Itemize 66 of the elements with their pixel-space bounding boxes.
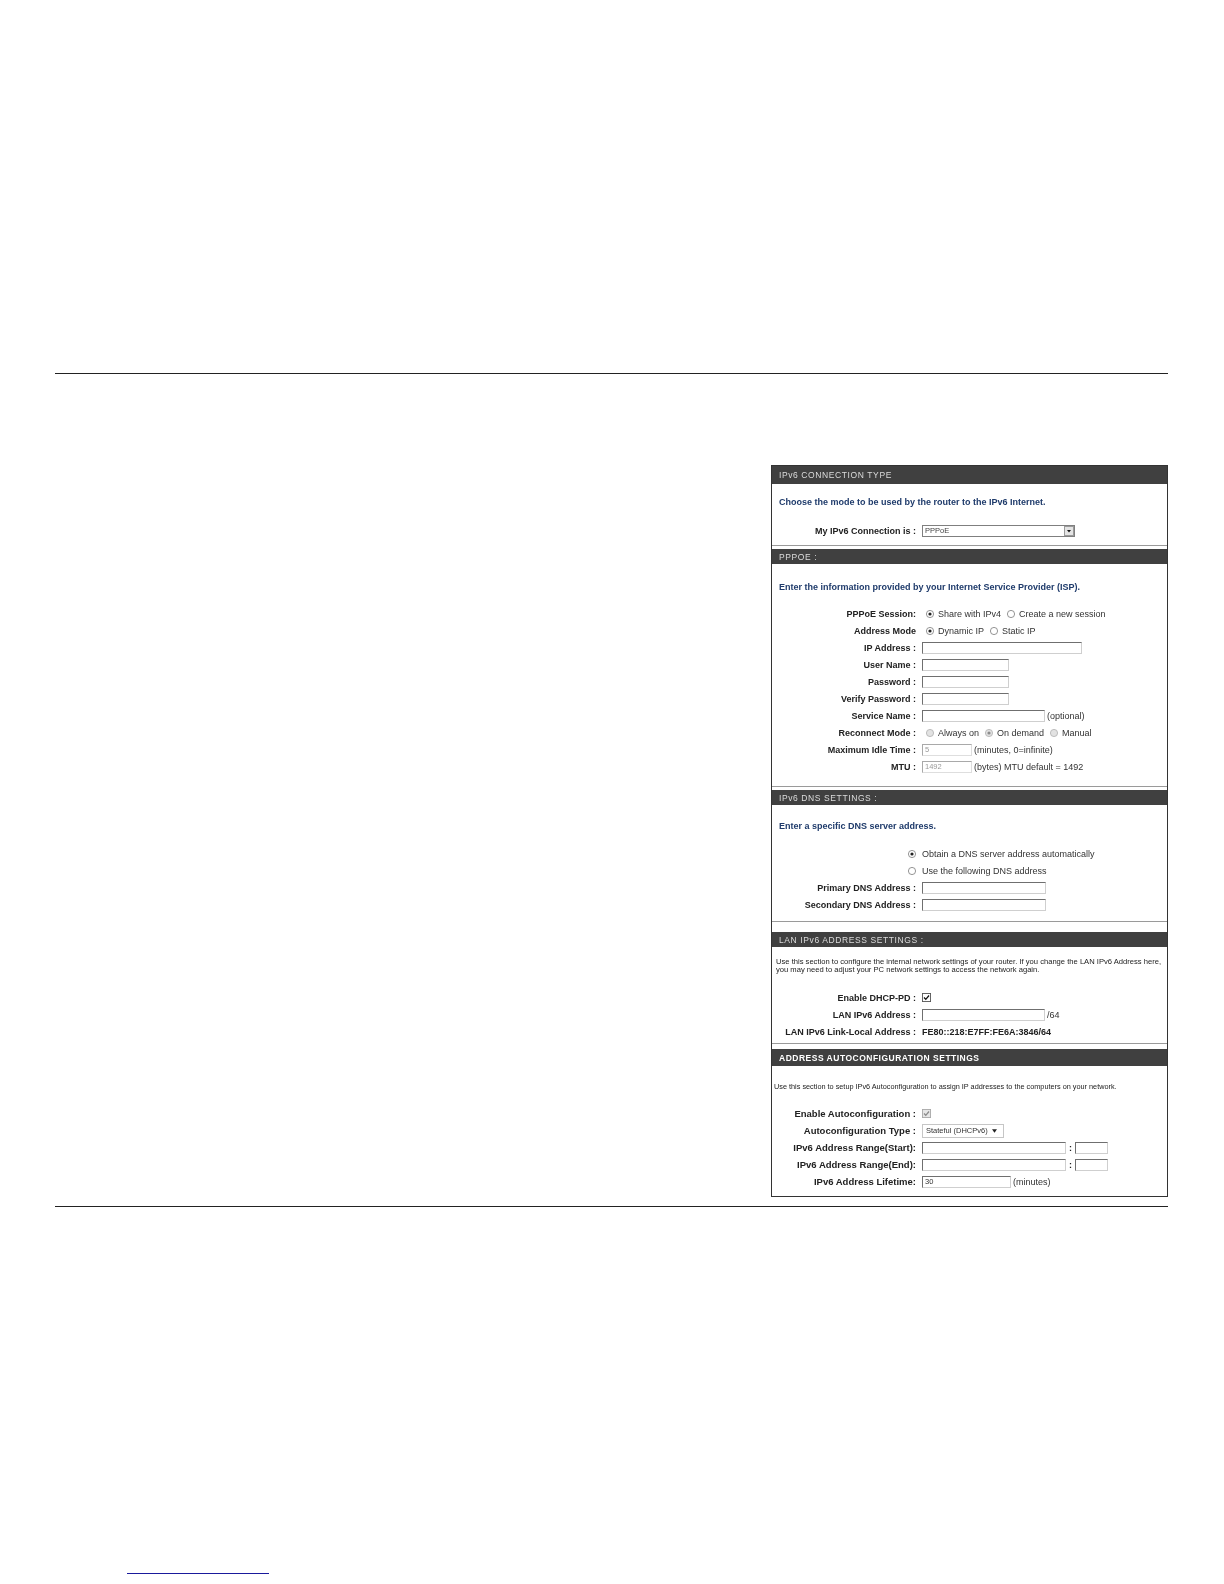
checkbox[interactable] <box>922 993 931 1002</box>
field-note: (bytes) MTU default = 1492 <box>974 761 1084 772</box>
field-label: Secondary DNS Address : <box>804 899 916 910</box>
text-field[interactable] <box>922 709 1045 722</box>
option-label: Create a new session <box>1019 608 1106 619</box>
field-label: Reconnect Mode : <box>838 727 916 738</box>
field-label: Maximum Idle Time : <box>827 744 916 755</box>
field-label: IPv6 Address Range(Start): <box>793 1142 916 1153</box>
field-label: Service Name : <box>851 710 916 721</box>
field-note: (minutes) <box>1013 1176 1051 1187</box>
field-label: LAN IPv6 Address : <box>832 1009 916 1020</box>
field-label: Verify Password : <box>840 693 916 704</box>
radio-button[interactable] <box>926 609 934 618</box>
text-field[interactable] <box>922 1141 1066 1154</box>
address-value: FE80::218:E7FF:FE6A:3846/64 <box>922 1026 1052 1037</box>
text-field[interactable] <box>922 881 1046 894</box>
field-note: (minutes, 0=infinite) <box>974 744 1053 755</box>
section-header: IPv6 CONNECTION TYPE <box>772 466 1167 484</box>
text-field[interactable] <box>1075 1141 1108 1154</box>
separator-text: : <box>1068 1142 1073 1153</box>
separator-text: : <box>1068 1159 1073 1170</box>
radio-button[interactable] <box>990 626 998 635</box>
radio-button[interactable] <box>908 849 916 858</box>
text-field[interactable] <box>922 675 1009 688</box>
text-field[interactable] <box>922 692 1009 705</box>
text-field[interactable] <box>922 1008 1045 1021</box>
option-label: Always on <box>938 727 980 738</box>
field-label: IPv6 Address Lifetime: <box>813 1176 916 1187</box>
field-label: LAN IPv6 Link-Local Address : <box>785 1026 916 1037</box>
text-field[interactable] <box>922 658 1009 671</box>
field-label: Address Mode <box>854 625 916 636</box>
radio-button[interactable] <box>926 626 934 635</box>
field-label: MTU : <box>891 761 916 772</box>
section-description: Enter the information provided by your Internet Service Provider (ISP). <box>778 581 1082 593</box>
field-label: Enable Autoconfiguration : <box>794 1108 916 1119</box>
radio-button[interactable] <box>1007 609 1016 618</box>
text-field[interactable] <box>1075 1158 1108 1171</box>
text-field[interactable] <box>922 1158 1066 1171</box>
option-label: Static IP <box>1002 625 1036 636</box>
option-label: Dynamic IP <box>938 625 984 636</box>
section-description: Choose the mode to be used by the router to the IPv6 Internet. <box>778 496 1047 508</box>
section-header: PPPOE : <box>772 549 1167 564</box>
option-label: Obtain a DNS server address automatically <box>922 848 1095 859</box>
field-label: Autoconfiguration Type : <box>803 1125 916 1136</box>
radio-button[interactable] <box>908 866 916 875</box>
section-header: ADDRESS AUTOCONFIGURATION SETTINGS <box>772 1049 1167 1066</box>
field-label: IPv6 Address Range(End): <box>797 1159 916 1170</box>
field-label: Password : <box>868 676 916 687</box>
field-label: PPPoE Session: <box>846 608 916 619</box>
field-label: Primary DNS Address : <box>817 882 916 893</box>
field-note: /64 <box>1047 1009 1060 1020</box>
field-label: IP Address : <box>863 642 916 653</box>
section-header: IPv6 DNS SETTINGS : <box>772 790 1167 805</box>
field-note: (optional) <box>1047 710 1085 721</box>
section-header: LAN IPv6 ADDRESS SETTINGS : <box>772 932 1167 947</box>
field-label: Enable DHCP-PD : <box>837 992 916 1003</box>
option-label: Use the following DNS address <box>922 865 1047 876</box>
field-label: My IPv6 Connection is : <box>814 525 916 536</box>
option-label: Manual <box>1062 727 1092 738</box>
field-label: User Name : <box>863 659 916 670</box>
option-label: On demand <box>997 727 1045 738</box>
text-field[interactable] <box>922 641 1082 654</box>
text-field[interactable] <box>922 898 1046 911</box>
caret-icon <box>991 1128 997 1133</box>
section-description: Enter a specific DNS server address. <box>778 820 938 832</box>
option-label: Share with IPv4 <box>938 608 1002 619</box>
